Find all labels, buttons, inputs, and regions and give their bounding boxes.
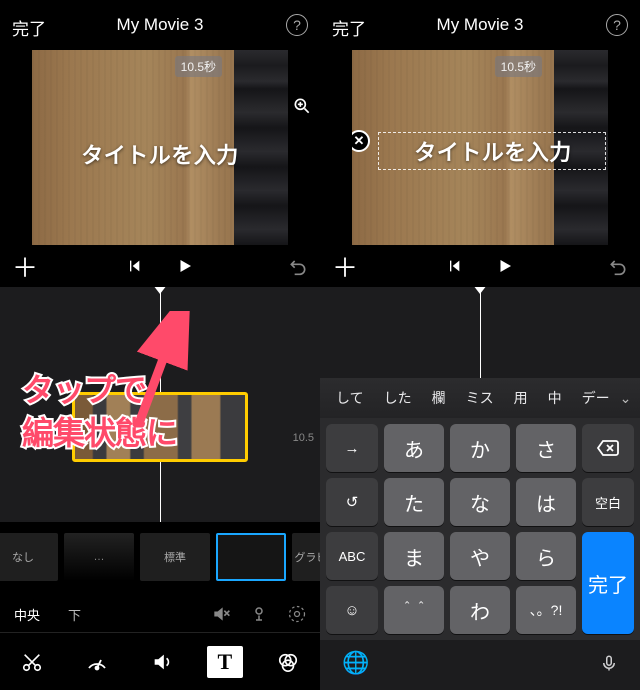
title-overlay[interactable]: タイトルを入力	[378, 135, 608, 167]
title-style-strip[interactable]: なし … 標準 グラビティー リビー	[0, 522, 320, 592]
keyboard-bottom-row: 🌐	[320, 640, 640, 690]
mute-icon[interactable]	[206, 599, 236, 629]
key-space[interactable]: 空白	[582, 478, 634, 526]
chevron-down-icon[interactable]: ⌄	[614, 390, 638, 407]
timeline[interactable]: 10.5 タップで 編集状態に	[0, 287, 320, 522]
style-opt-1[interactable]: …	[64, 533, 134, 581]
add-media-button[interactable]: ＋	[12, 248, 38, 285]
transport-bar: ＋	[0, 245, 320, 287]
key-ra[interactable]: ら	[516, 532, 576, 580]
style-standard[interactable]: 標準	[140, 533, 210, 581]
key-ya[interactable]: や	[450, 532, 510, 580]
help-icon[interactable]: ?	[286, 14, 308, 36]
filters-icon[interactable]	[268, 642, 308, 682]
keyboard[interactable]: して した 欄 ミス 用 中 デー ⌄ → あ か さ ↺ た な は 空白	[320, 378, 640, 690]
annotation-text: タップで 編集状態に	[22, 369, 177, 455]
undo-icon[interactable]	[288, 256, 308, 276]
mic-icon[interactable]	[600, 652, 618, 674]
transport-bar: ＋	[320, 245, 640, 287]
key-punct[interactable]: 、。?!	[516, 586, 576, 634]
key-wa[interactable]: わ	[450, 586, 510, 634]
key-small[interactable]: ＾＾	[384, 586, 444, 634]
project-title: My Movie 3	[437, 15, 524, 35]
key-ka[interactable]: か	[450, 424, 510, 472]
cut-icon[interactable]	[12, 642, 52, 682]
title-overlay[interactable]: タイトルを入力	[32, 138, 288, 170]
prediction[interactable]: 用	[504, 388, 538, 408]
bottom-toolbar: T	[0, 632, 320, 690]
help-icon[interactable]: ?	[606, 14, 628, 36]
screenshot-left: 完了 My Movie 3 ? 10.5秒 タイトルを入力 ＋	[0, 0, 320, 690]
key-done[interactable]: 完了	[582, 532, 634, 634]
prediction[interactable]: ミス	[456, 388, 504, 408]
titles-tab[interactable]: T	[207, 646, 243, 678]
key-ma[interactable]: ま	[384, 532, 444, 580]
key-backspace[interactable]	[582, 424, 634, 472]
volume-icon[interactable]	[142, 642, 182, 682]
key-abc[interactable]: ABC	[326, 532, 378, 580]
prediction[interactable]: した	[374, 388, 422, 408]
key-grid: → あ か さ ↺ た な は 空白 ABC ま や ら 完了 ☺ ＾＾ わ 、…	[320, 418, 640, 640]
style-selected[interactable]	[216, 533, 286, 581]
duration-badge: 10.5秒	[495, 56, 542, 77]
skip-back-icon[interactable]	[126, 258, 142, 274]
done-button[interactable]: 完了	[332, 15, 366, 40]
style-gravity[interactable]: グラビティー	[292, 533, 320, 581]
key-ha[interactable]: は	[516, 478, 576, 526]
header: 完了 My Movie 3 ?	[0, 0, 320, 50]
add-media-button[interactable]: ＋	[332, 248, 358, 285]
title-options-row: 中央 下	[0, 596, 320, 632]
prediction[interactable]: 欄	[422, 388, 456, 408]
prediction[interactable]: して	[326, 388, 374, 408]
mic-icon[interactable]	[244, 599, 274, 629]
gear-icon[interactable]	[282, 599, 312, 629]
globe-icon[interactable]: 🌐	[342, 650, 369, 676]
key-next[interactable]: →	[326, 424, 378, 472]
screenshot-right: 完了 My Movie 3 ? 10.5秒 ✕ タイトルを入力 ＋	[320, 0, 640, 690]
undo-icon[interactable]	[608, 256, 628, 276]
key-na[interactable]: な	[450, 478, 510, 526]
style-none[interactable]: なし	[0, 533, 58, 581]
prediction[interactable]: 中	[538, 388, 572, 408]
done-button[interactable]: 完了	[12, 15, 46, 40]
prediction[interactable]: デー	[572, 388, 614, 408]
header: 完了 My Movie 3 ?	[320, 0, 640, 50]
arrow-icon	[130, 311, 200, 431]
key-emoji[interactable]: ☺	[326, 586, 378, 634]
pos-center-button[interactable]: 中央	[0, 605, 54, 624]
key-ta[interactable]: た	[384, 478, 444, 526]
project-title: My Movie 3	[117, 15, 204, 35]
play-icon[interactable]	[496, 257, 514, 275]
key-undo[interactable]: ↺	[326, 478, 378, 526]
key-a[interactable]: あ	[384, 424, 444, 472]
timeline-time: 10.5	[293, 432, 314, 444]
speed-icon[interactable]	[77, 642, 117, 682]
play-icon[interactable]	[176, 257, 194, 275]
zoom-icon[interactable]	[290, 94, 314, 118]
duration-badge: 10.5秒	[175, 56, 222, 77]
prediction-row[interactable]: して した 欄 ミス 用 中 デー ⌄	[320, 378, 640, 418]
pos-bottom-button[interactable]: 下	[54, 605, 95, 624]
key-sa[interactable]: さ	[516, 424, 576, 472]
video-thumbnail[interactable]: 10.5秒 タイトルを入力	[32, 50, 288, 245]
video-thumbnail[interactable]: 10.5秒 ✕ タイトルを入力	[352, 50, 608, 245]
video-preview[interactable]: 10.5秒 ✕ タイトルを入力	[320, 50, 640, 245]
video-preview[interactable]: 10.5秒 タイトルを入力	[0, 50, 320, 245]
skip-back-icon[interactable]	[446, 258, 462, 274]
